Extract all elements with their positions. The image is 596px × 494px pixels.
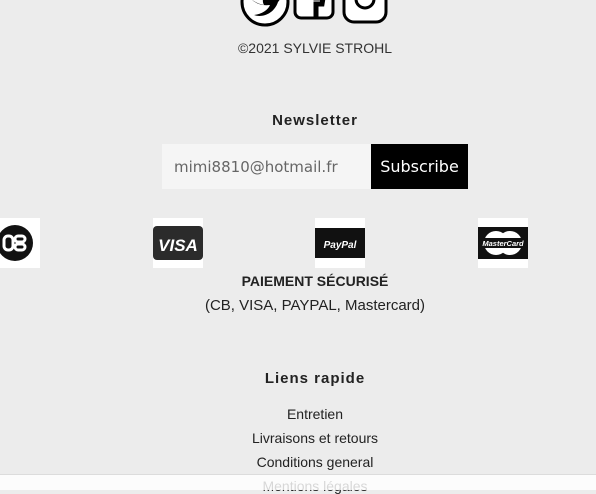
bottom-overlay (0, 474, 596, 490)
link-conditions-general[interactable]: Conditions general (0, 454, 596, 470)
link-livraisons-retours[interactable]: Livraisons et retours (0, 430, 596, 446)
mastercard-logo-text: MasterCard (482, 239, 524, 248)
visa-logo-text: VISA (158, 236, 198, 255)
cb-logo (0, 218, 40, 268)
link-entretien[interactable]: Entretien (0, 406, 596, 422)
visa-logo: VISA (153, 218, 203, 268)
newsletter-email-input[interactable] (162, 144, 371, 189)
payment-subtitle: (CB, VISA, PAYPAL, Mastercard) (204, 297, 426, 314)
payment-title: PAIEMENT SÉCURISÉ (241, 273, 389, 289)
links-title: Liens rapide (264, 370, 366, 387)
facebook-icon[interactable] (293, 0, 335, 20)
paypal-logo: PayPal (315, 218, 365, 268)
instagram-icon[interactable] (342, 0, 388, 24)
social-icons (240, 0, 390, 28)
mastercard-logo: MasterCard (478, 218, 528, 268)
paypal-logo-text: PayPal (324, 240, 357, 251)
subscribe-button[interactable]: Subscribe (371, 144, 468, 189)
newsletter-title: Newsletter (272, 112, 358, 129)
copyright-text: ©2021 SYLVIE STROHL (237, 40, 392, 56)
twitter-icon[interactable] (240, 0, 290, 27)
